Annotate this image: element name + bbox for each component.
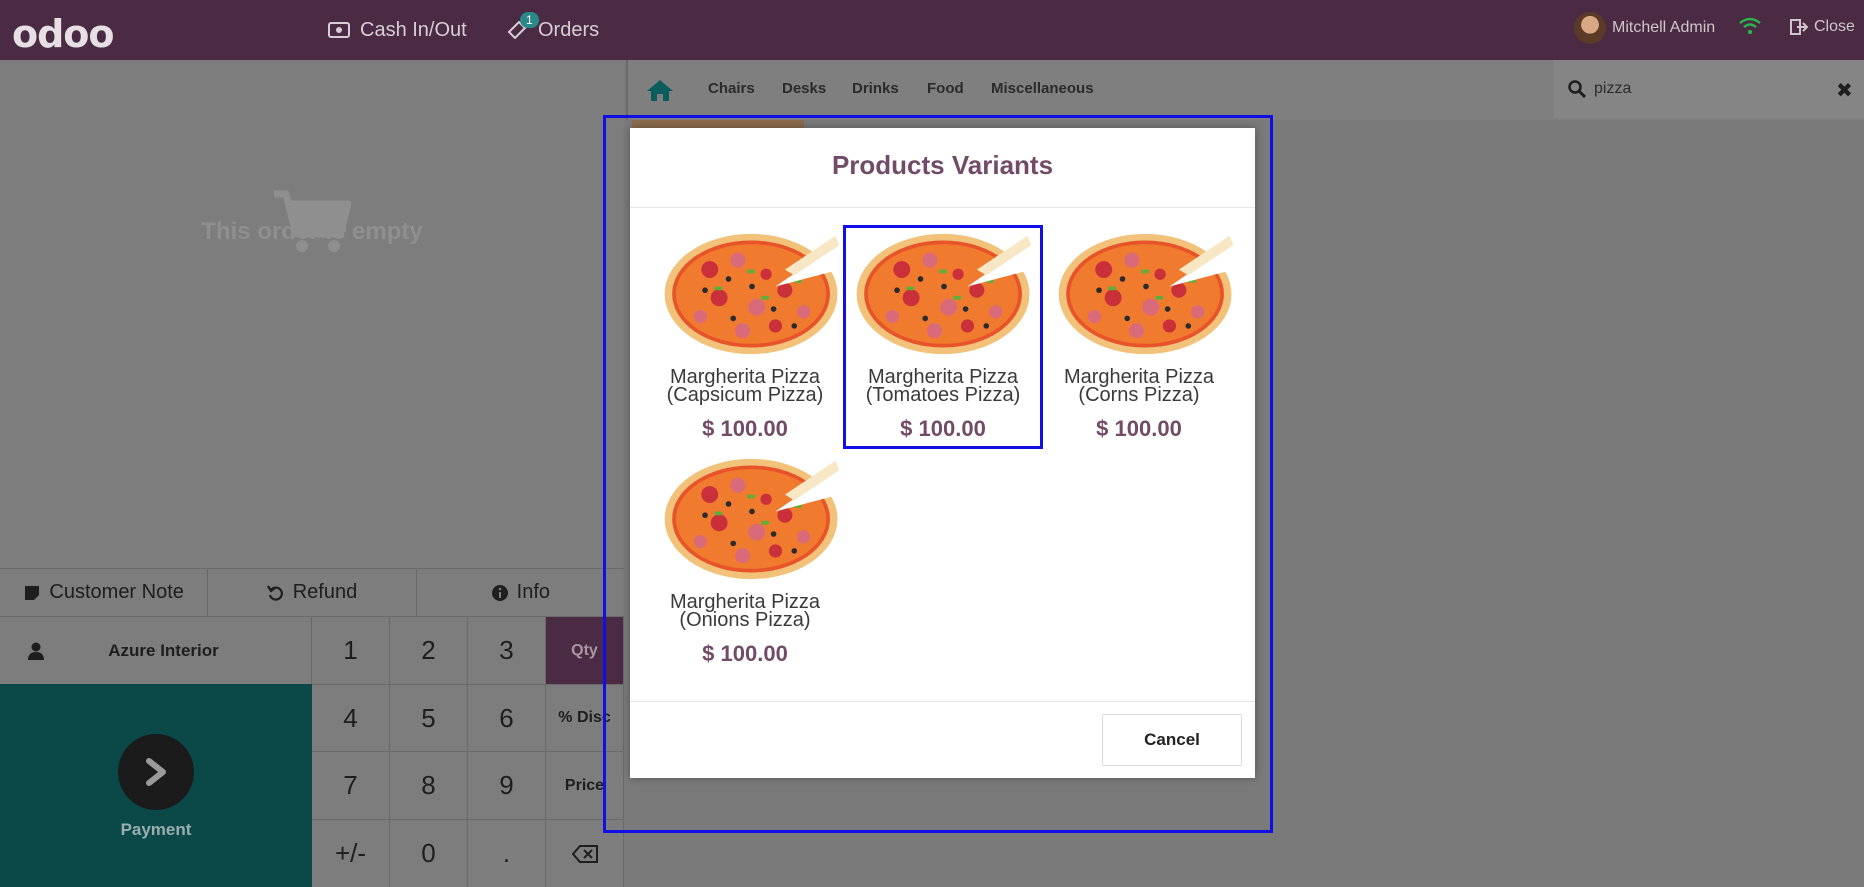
refund-label: Refund	[292, 581, 358, 603]
home-icon[interactable]	[646, 78, 674, 102]
cash-icon	[328, 22, 350, 38]
category-desks[interactable]: Desks	[782, 80, 826, 97]
search-input[interactable]	[1594, 77, 1814, 101]
numpad-key-4[interactable]: 4	[312, 684, 390, 751]
search-icon	[1568, 80, 1586, 98]
clear-search-icon[interactable]: ✖	[1836, 78, 1853, 103]
refund-button[interactable]: Refund	[208, 569, 417, 616]
customer-button[interactable]: Azure Interior	[0, 616, 312, 684]
numpad-key-7[interactable]: 7	[312, 751, 390, 819]
close-button[interactable]: Close	[1790, 18, 1855, 36]
avatar	[1574, 12, 1606, 44]
chevron-right-icon	[146, 758, 166, 786]
numpad-key-6[interactable]: 6	[468, 684, 546, 751]
note-icon	[25, 585, 40, 600]
backspace-icon	[571, 844, 598, 863]
info-label: Info	[516, 581, 550, 603]
odoo-logo: odoo	[12, 12, 115, 56]
user-name: Mitchell Admin	[1612, 19, 1716, 36]
numpad-key-3[interactable]: 3	[468, 616, 546, 684]
numpad-key-9[interactable]: 9	[468, 751, 546, 819]
payment-label: Payment	[120, 820, 192, 839]
decimal-button[interactable]: .	[468, 819, 546, 887]
cash-in-out-button[interactable]: Cash In/Out	[328, 0, 467, 60]
customer-note-label: Customer Note	[49, 581, 184, 603]
wifi-icon	[1739, 17, 1761, 35]
sign-toggle-button[interactable]: +/-	[312, 819, 390, 887]
payment-circle	[118, 734, 194, 810]
orders-label: Orders	[538, 18, 600, 41]
undo-icon	[266, 584, 283, 601]
highlight-box	[603, 115, 1273, 833]
orders-badge: 1	[520, 12, 539, 28]
empty-order-text: This order is empty	[201, 218, 423, 245]
cash-in-out-label: Cash In/Out	[360, 18, 467, 41]
user-menu[interactable]: Mitchell Admin	[1574, 12, 1715, 44]
top-bar: odoo Cash In/Out 1 Orders Mitchell Admin…	[0, 0, 1864, 60]
info-button[interactable]: Info	[416, 569, 624, 616]
customer-note-button[interactable]: Customer Note	[0, 569, 209, 616]
numpad: 1 2 3 Qty 4 5 6 % Disc 7 8 9 Price +/- 0…	[312, 616, 624, 887]
category-food[interactable]: Food	[927, 80, 964, 97]
search-box	[1554, 60, 1864, 118]
sign-out-icon	[1790, 19, 1808, 35]
numpad-key-0[interactable]: 0	[390, 819, 468, 887]
numpad-key-2[interactable]: 2	[390, 616, 468, 684]
numpad-key-5[interactable]: 5	[390, 684, 468, 751]
numpad-key-8[interactable]: 8	[390, 751, 468, 819]
info-icon	[491, 584, 508, 601]
payment-button[interactable]: Payment	[0, 684, 312, 887]
user-icon	[28, 642, 44, 660]
orders-button[interactable]: 1 Orders	[506, 0, 599, 60]
order-actions: Customer Note Refund Info	[0, 568, 624, 616]
category-drinks[interactable]: Drinks	[852, 80, 899, 97]
close-label: Close	[1814, 18, 1855, 35]
category-miscellaneous[interactable]: Miscellaneous	[991, 80, 1094, 97]
category-chairs[interactable]: Chairs	[708, 80, 755, 97]
category-bar: Chairs Desks Drinks Food Miscellaneous ✖	[626, 60, 1864, 120]
customer-name: Azure Interior	[108, 640, 219, 660]
numpad-key-1[interactable]: 1	[312, 616, 390, 684]
